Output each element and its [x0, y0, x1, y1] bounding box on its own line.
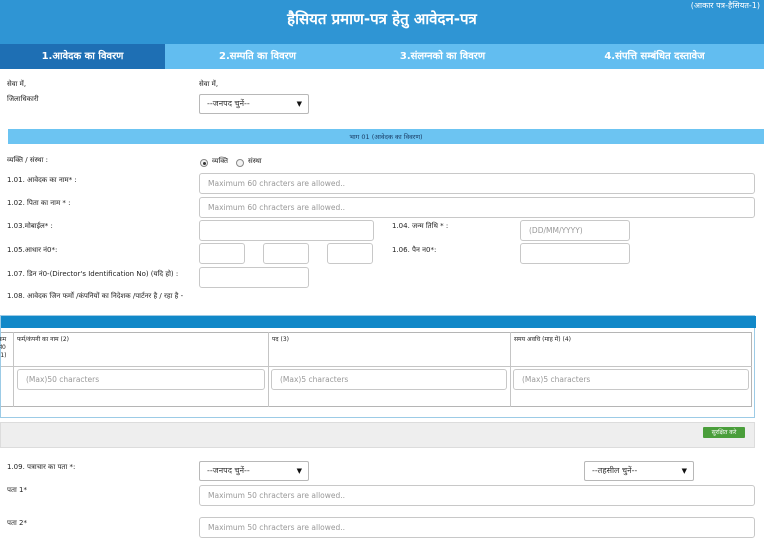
- table-column-divider: [13, 332, 14, 407]
- table-header-post: पद (3): [272, 336, 290, 343]
- aadhaar-label: 1.05.आधार नं0*:: [7, 246, 58, 254]
- chevron-down-icon: ▼: [296, 100, 302, 108]
- save-bar: [0, 422, 755, 448]
- chevron-down-icon: ▼: [681, 467, 687, 475]
- companies-label: 1.08. आवेदक जिन फर्मो /कंपनियों का निदेश…: [7, 292, 184, 300]
- companies-table-header-bar: [1, 316, 756, 328]
- tab-property-documents[interactable]: 4.संपत्ति सम्बंधित दस्तावेज: [545, 44, 764, 69]
- pan-label: 1.06. पैन न0*:: [392, 246, 437, 254]
- dob-input[interactable]: (DD/MM/YYYY): [520, 220, 630, 241]
- table-header-firm: फर्म/कंपनी का नाम (2): [17, 336, 69, 343]
- table-column-divider: [268, 332, 269, 407]
- addressee-office: जिलाधिकारी: [7, 95, 39, 103]
- address-line-1-input[interactable]: Maximum 50 chracters are allowed..: [199, 485, 755, 506]
- table-column-divider: [510, 332, 511, 407]
- firm-name-input[interactable]: (Max)50 characters: [17, 369, 265, 390]
- section-header: भाग 01 (आवेदक का विवरण): [8, 129, 764, 144]
- section-title: भाग 01 (आवेदक का विवरण): [349, 133, 423, 141]
- radio-person[interactable]: [200, 159, 208, 167]
- aadhaar-input-part-2[interactable]: [263, 243, 309, 264]
- step-tabs: 1.आवेदक का विवरण 2.सम्पति का विवरण 3.संल…: [0, 44, 764, 69]
- din-input[interactable]: [199, 267, 309, 288]
- address-line-1-label: पता 1*: [7, 486, 27, 494]
- addressee-to-left: सेवा में,: [7, 80, 27, 88]
- applicant-type-label: व्यक्ति / संस्था :: [7, 156, 49, 164]
- period-input[interactable]: (Max)5 characters: [513, 369, 749, 390]
- correspondence-district-select[interactable]: --जनपद चुनें-- ▼: [199, 461, 309, 481]
- table-header-divider: [1, 366, 752, 367]
- correspondence-district-value: --जनपद चुनें--: [207, 466, 250, 475]
- tehsil-select-value: --तहसील चुनें--: [592, 466, 638, 475]
- chevron-down-icon: ▼: [296, 467, 302, 475]
- district-select[interactable]: --जनपद चुनें-- ▼: [199, 94, 309, 114]
- pan-input[interactable]: [520, 243, 630, 264]
- radio-organisation-label: संस्था: [248, 157, 262, 165]
- aadhaar-input-part-1[interactable]: [199, 243, 245, 264]
- page-title: हैसियत प्रमाण-पत्र हेतु आवेदन-पत्र: [287, 10, 477, 28]
- radio-organisation[interactable]: [236, 159, 244, 167]
- tab-property-details[interactable]: 2.सम्पति का विवरण: [170, 44, 345, 69]
- dob-label: 1.04. जन्म तिथि * :: [392, 222, 449, 230]
- father-name-label: 1.02. पिता का नाम * :: [7, 199, 71, 207]
- applicant-name-input[interactable]: Maximum 60 chracters are allowed..: [199, 173, 755, 194]
- page-header: हैसियत प्रमाण-पत्र हेतु आवेदन-पत्र (आकार…: [0, 0, 764, 44]
- addressee-to-right: सेवा में,: [199, 80, 219, 88]
- mobile-input[interactable]: [199, 220, 374, 241]
- form-number-label: (आकार पत्र-हैसियत-1): [690, 1, 760, 10]
- din-label: 1.07. डिन नं0-(Director's Identification…: [7, 270, 179, 278]
- address-line-2-label: पता 2*: [7, 519, 27, 527]
- address-line-2-input[interactable]: Maximum 50 chracters are allowed..: [199, 517, 755, 538]
- post-input[interactable]: (Max)5 characters: [271, 369, 507, 390]
- mobile-label: 1.03.मोबाईल* :: [7, 222, 53, 230]
- father-name-input[interactable]: Maximum 60 chracters are allowed..: [199, 197, 755, 218]
- district-select-value: --जनपद चुनें--: [207, 99, 250, 108]
- radio-person-label: व्यक्ति: [212, 157, 229, 165]
- aadhaar-input-part-3[interactable]: [327, 243, 373, 264]
- tab-attachments-details[interactable]: 3.संलग्नको का विवरण: [350, 44, 535, 69]
- applicant-name-label: 1.01. आवेदक का नाम* :: [7, 176, 77, 184]
- save-button[interactable]: सुरक्षित करे: [703, 427, 745, 438]
- correspondence-address-label: 1.09. पत्राचार का पता *:: [7, 463, 76, 471]
- tab-applicant-details[interactable]: 1.आवेदक का विवरण: [0, 44, 165, 69]
- tehsil-select[interactable]: --तहसील चुनें-- ▼: [584, 461, 694, 481]
- table-header-period: समय अवधि (माह में) (4): [514, 336, 572, 343]
- table-header-sno: क्रम सं0 (1): [0, 336, 7, 359]
- companies-table-panel: क्रम सं0 (1) फर्म/कंपनी का नाम (2) पद (3…: [0, 315, 756, 418]
